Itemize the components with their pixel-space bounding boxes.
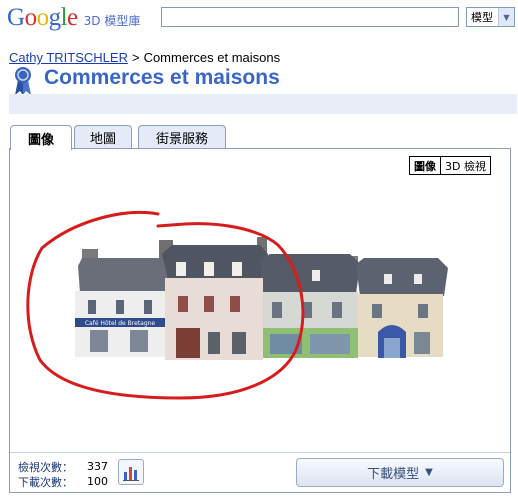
logo-letter: G	[7, 4, 25, 31]
image-view-button[interactable]: 圖像	[410, 157, 441, 174]
breadcrumb-current: Commerces et maisons	[143, 50, 281, 65]
downloads-count: 100	[87, 475, 108, 488]
google-3d-warehouse-logo[interactable]: Google 3D 模型庫	[7, 4, 140, 34]
shop-sign-text: Café Hôtel de Bretagne	[85, 320, 156, 327]
breadcrumb-separator: >	[131, 50, 140, 65]
bar-chart-icon	[123, 467, 139, 481]
statistics-button[interactable]	[118, 459, 144, 485]
chevron-down-icon: ▼	[498, 8, 514, 26]
logo-letter: o	[24, 4, 38, 31]
logo-letter: g	[48, 4, 62, 31]
page-title: Commerces et maisons	[44, 66, 280, 89]
product-name: 3D 模型庫	[83, 14, 141, 28]
title-divider-band	[9, 94, 517, 114]
logo-letter: o	[36, 4, 50, 31]
tab-label: 地圖	[89, 132, 116, 147]
google-logo: Google	[7, 4, 78, 32]
breadcrumb: Cathy TRITSCHLER > Commerces et maisons	[9, 50, 280, 65]
downloads-label: 下載次數：	[18, 476, 73, 489]
footer-divider	[10, 452, 510, 453]
tab-label: 街景服務	[155, 132, 208, 147]
model-preview-image: Café Hôtel de Bretagne	[26, 210, 448, 400]
tab-image[interactable]: 圖像	[10, 125, 72, 150]
chevron-down-icon: ▼	[425, 467, 433, 478]
view-toggle: 圖像 3D 檢視	[409, 156, 491, 175]
search-input[interactable]	[161, 7, 459, 27]
award-ribbon-icon	[15, 67, 31, 95]
search-type-value: 模型	[471, 11, 493, 24]
3d-view-button[interactable]: 3D 檢視	[441, 157, 490, 174]
logo-letter: e	[67, 4, 78, 31]
tab-label: 圖像	[27, 132, 54, 148]
views-count: 337	[87, 460, 108, 473]
tab-street-view[interactable]: 街景服務	[138, 125, 226, 149]
tab-map[interactable]: 地圖	[74, 125, 132, 149]
download-model-label: 下載模型	[367, 467, 420, 482]
download-model-button[interactable]: 下載模型 ▼	[296, 458, 504, 487]
breadcrumb-author-link[interactable]: Cathy TRITSCHLER	[9, 50, 128, 65]
views-label: 檢視次數：	[18, 461, 73, 474]
search-type-select[interactable]: 模型 ▼	[466, 7, 515, 27]
